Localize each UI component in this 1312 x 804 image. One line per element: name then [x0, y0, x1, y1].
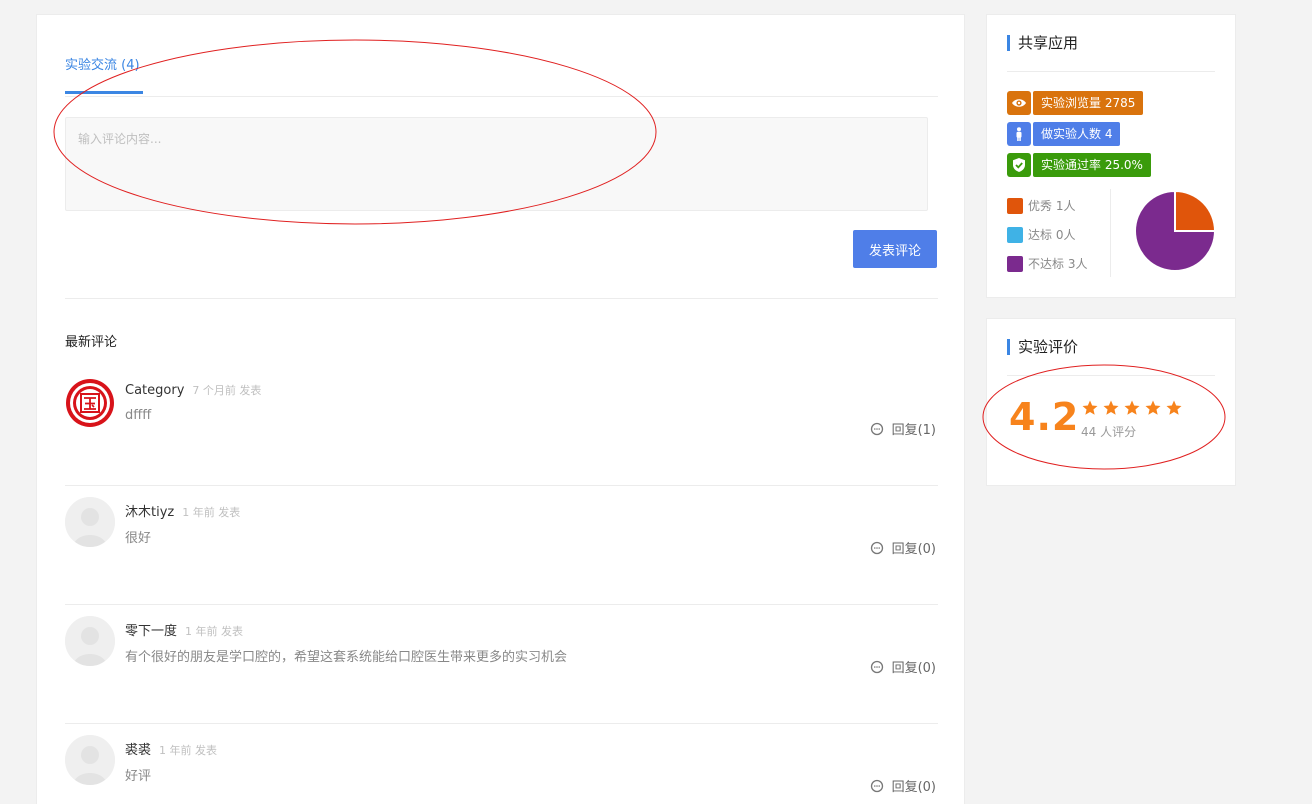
- chat-bubble-icon: [870, 779, 883, 792]
- star-icon[interactable]: [1165, 399, 1183, 417]
- pass-rate-badge-label: 实验通过率 25.0%: [1033, 153, 1151, 177]
- seal-avatar[interactable]: [65, 378, 115, 428]
- comment-item: Category 7 个月前 发表 dffff 回复(1): [65, 367, 938, 486]
- legend-label: 不达标 3人: [1028, 257, 1088, 271]
- divider: [65, 298, 938, 299]
- latest-comments-heading: 最新评论: [65, 335, 118, 350]
- comment-username[interactable]: 沐木tiyz: [125, 505, 174, 520]
- reply-button[interactable]: 回复(1): [870, 419, 936, 438]
- comment-text: dffff: [125, 408, 152, 423]
- reply-count[interactable]: 回复(0): [892, 776, 936, 795]
- comment-time: 1 年前 发表: [182, 506, 241, 519]
- rating-title: 实验评价: [1007, 339, 1078, 355]
- comment-header: 裘裘 1 年前 发表: [125, 739, 217, 758]
- comment-time: 7 个月前 发表: [192, 384, 262, 397]
- rating-score: 4.2: [1009, 395, 1080, 439]
- star-icon[interactable]: [1081, 399, 1099, 417]
- comment-header: 沐木tiyz 1 年前 发表: [125, 501, 240, 520]
- comment-header: 零下一度 1 年前 发表: [125, 620, 243, 639]
- comment-username[interactable]: Category: [125, 383, 184, 398]
- comment-item: 裘裘 1 年前 发表 好评 回复(0): [65, 724, 938, 804]
- legend-swatch: [1007, 197, 1023, 214]
- comment-header: Category 7 个月前 发表: [125, 382, 261, 398]
- reply-count[interactable]: 回复(0): [892, 657, 936, 676]
- participants-badge-label: 做实验人数 4: [1033, 122, 1121, 146]
- participants-badge: 做实验人数 4: [1007, 122, 1121, 146]
- legend-unqualified: 不达标 3人: [1007, 255, 1087, 272]
- tab-bar: 实验交流 (4): [65, 15, 938, 97]
- star-rating[interactable]: [1081, 399, 1183, 417]
- divider: [1007, 375, 1215, 376]
- star-icon[interactable]: [1102, 399, 1120, 417]
- reply-button[interactable]: 回复(0): [870, 776, 936, 795]
- star-icon[interactable]: [1144, 399, 1162, 417]
- comment-text: 有个很好的朋友是学口腔的，希望这套系统能给口腔医生带来更多的实习机会: [125, 650, 568, 665]
- legend-qualified: 达标 0人: [1007, 226, 1075, 243]
- share-app-card: 共享应用 实验浏览量 2785 做实验人数 4 实验通过率 25.0% 优秀 1…: [986, 14, 1236, 298]
- comment-item: 零下一度 1 年前 发表 有个很好的朋友是学口腔的，希望这套系统能给口腔医生带来更…: [65, 605, 938, 724]
- pie-slice-优秀: [1174, 189, 1217, 232]
- legend-swatch: [1007, 226, 1023, 243]
- comment-text: 很好: [125, 531, 152, 546]
- chat-bubble-icon: [870, 422, 883, 435]
- rating-card: 实验评价 4.2 44 人评分: [986, 318, 1236, 486]
- shield-check-icon: [1007, 153, 1031, 177]
- divider: [1110, 189, 1111, 277]
- comment-time: 1 年前 发表: [159, 744, 218, 757]
- tab-experiment-discussion[interactable]: 实验交流 (4): [65, 54, 143, 94]
- comment-input[interactable]: [65, 117, 928, 211]
- person-icon: [1007, 122, 1031, 146]
- divider: [1007, 71, 1215, 72]
- pass-rate-badge: 实验通过率 25.0%: [1007, 153, 1151, 177]
- eye-icon: [1007, 91, 1031, 115]
- legend-label: 优秀 1人: [1028, 199, 1076, 213]
- reply-count[interactable]: 回复(0): [892, 538, 936, 557]
- share-app-title: 共享应用: [1007, 35, 1078, 51]
- post-comment-button[interactable]: 发表评论: [853, 230, 937, 268]
- chat-bubble-icon: [870, 660, 883, 673]
- default-avatar[interactable]: [65, 497, 115, 547]
- comment-time: 1 年前 发表: [185, 625, 244, 638]
- comment-item: 沐木tiyz 1 年前 发表 很好 回复(0): [65, 486, 938, 605]
- chat-bubble-icon: [870, 541, 883, 554]
- star-icon[interactable]: [1123, 399, 1141, 417]
- comments-panel: 实验交流 (4) 发表评论 最新评论 Category 7 个月前 发表 dfff…: [36, 14, 965, 804]
- default-avatar[interactable]: [65, 616, 115, 666]
- views-badge: 实验浏览量 2785: [1007, 91, 1144, 115]
- comment-text: 好评: [125, 769, 152, 784]
- legend-swatch: [1007, 255, 1023, 272]
- pass-rate-pie-chart: [1134, 189, 1217, 272]
- rating-count: 44 人评分: [1081, 425, 1137, 439]
- reply-button[interactable]: 回复(0): [870, 538, 936, 557]
- legend-excellent: 优秀 1人: [1007, 197, 1075, 214]
- comment-username[interactable]: 裘裘: [125, 743, 151, 758]
- views-badge-label: 实验浏览量 2785: [1033, 91, 1144, 115]
- legend-label: 达标 0人: [1028, 228, 1076, 242]
- default-avatar[interactable]: [65, 735, 115, 785]
- reply-button[interactable]: 回复(0): [870, 657, 936, 676]
- comment-username[interactable]: 零下一度: [125, 624, 177, 639]
- reply-count[interactable]: 回复(1): [892, 419, 936, 438]
